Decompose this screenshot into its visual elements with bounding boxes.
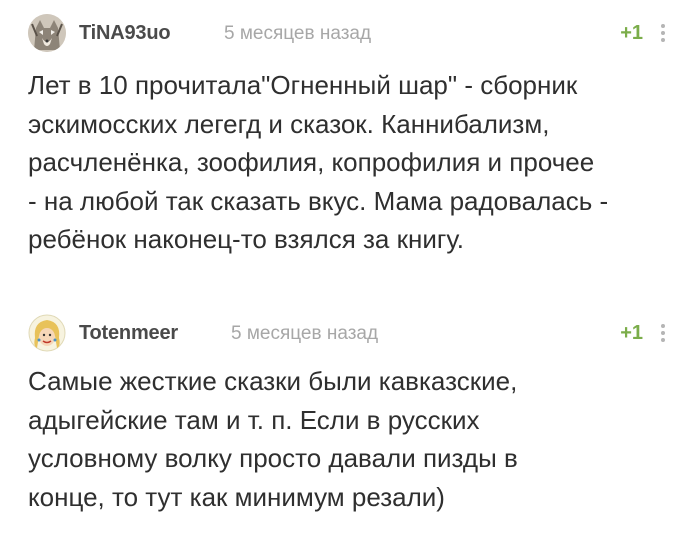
comment-text: Самые жесткие сказки были кавказские, ад…	[28, 366, 518, 512]
comment-header: TiNA93uo 5 месяцев назад +1	[28, 14, 673, 54]
avatar[interactable]	[28, 14, 66, 52]
username[interactable]: Totenmeer	[79, 322, 178, 345]
fox-avatar-icon	[28, 14, 66, 52]
timestamp[interactable]: 5 месяцев назад	[224, 23, 371, 45]
more-options-icon[interactable]	[657, 24, 669, 46]
rating: +1	[620, 22, 643, 44]
rating: +1	[620, 322, 643, 344]
timestamp[interactable]: 5 месяцев назад	[231, 323, 378, 345]
comment-text: Лет в 10 прочитала"Огненный шар" - сборн…	[28, 70, 609, 254]
more-options-icon[interactable]	[657, 324, 669, 346]
blonde-woman-avatar-icon	[28, 314, 66, 352]
comment-header: Totenmeer 5 месяцев назад +1	[28, 314, 673, 354]
avatar[interactable]	[28, 314, 66, 352]
username[interactable]: TiNA93uo	[79, 22, 171, 45]
